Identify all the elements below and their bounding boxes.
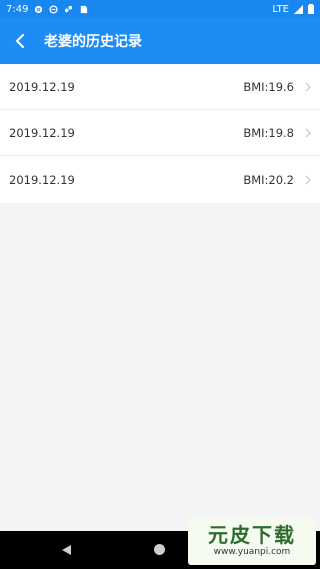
app-bar: 老婆的历史记录 [0,18,320,64]
chevron-left-icon [16,34,24,48]
record-row[interactable]: 2019.12.19 BMI:19.6 [0,64,320,110]
sync-icon [65,5,73,12]
battery-icon [308,4,314,14]
clock-time: 7:49 [6,3,29,15]
signal-icon [294,4,303,14]
watermark-url: www.yuanpi.com [213,547,291,557]
record-row[interactable]: 2019.12.19 BMI:20.2 [0,156,320,203]
page-title: 老婆的历史记录 [44,34,142,50]
chevron-right-icon [305,128,311,137]
settings-icon [35,5,43,13]
network-type: LTE [272,3,289,15]
nav-home-icon[interactable] [154,544,165,555]
record-date: 2019.12.19 [9,125,75,140]
record-bmi: BMI:19.8 [243,125,294,140]
record-row[interactable]: 2019.12.19 BMI:19.8 [0,110,320,156]
back-button[interactable] [0,18,40,64]
watermark-logo: 元皮下载 www.yuanpi.com [188,517,316,565]
data-saver-icon [49,4,59,14]
chevron-right-icon [305,175,311,184]
record-bmi: BMI:20.2 [243,172,294,187]
sd-card-icon [81,5,88,13]
nav-back-icon[interactable] [60,544,72,556]
status-bar: 7:49 LTE [0,0,320,18]
watermark-logo-text: 元皮下载 [208,523,296,547]
record-date: 2019.12.19 [9,79,75,94]
chevron-right-icon [305,82,311,91]
record-bmi: BMI:19.6 [243,79,294,94]
record-date: 2019.12.19 [9,172,75,187]
history-list: 2019.12.19 BMI:19.6 2019.12.19 BMI:19.8 … [0,64,320,203]
